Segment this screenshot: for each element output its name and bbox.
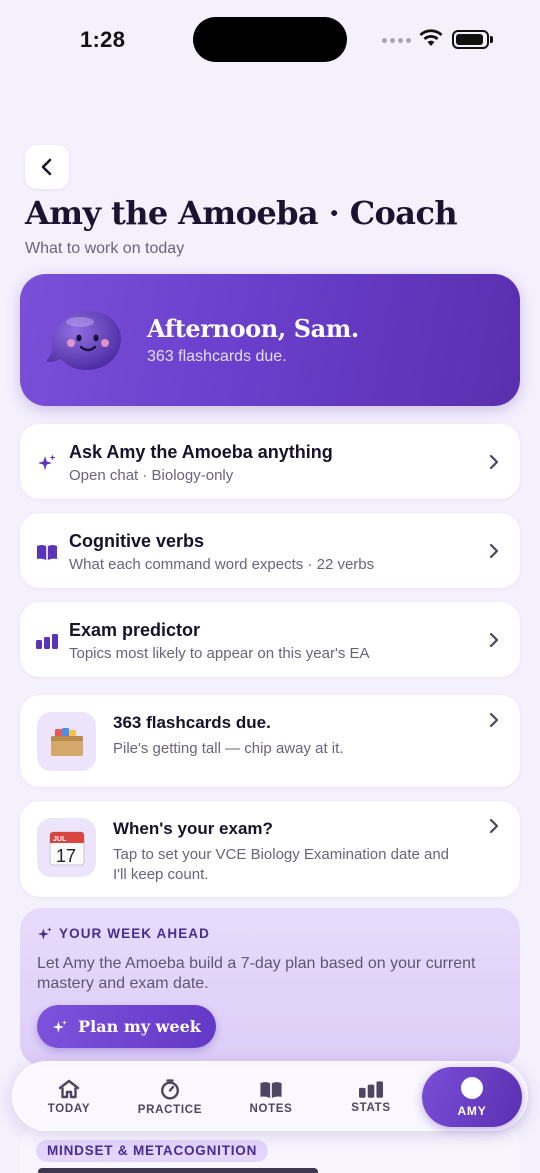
tab-practice[interactable]: PRACTICE bbox=[135, 1062, 205, 1132]
card-description: Open chat · Biology-only bbox=[69, 467, 234, 484]
book-icon bbox=[260, 1081, 282, 1098]
book-icon bbox=[36, 541, 58, 563]
week-ahead-card: YOUR WEEK AHEAD Let Amy the Amoeba build… bbox=[20, 908, 520, 1066]
exam-predictor-card[interactable]: Exam predictor Topics most likely to app… bbox=[20, 602, 520, 677]
tab-stats[interactable]: STATS bbox=[342, 1062, 400, 1132]
bar-chart-icon bbox=[359, 1081, 383, 1098]
dynamic-island bbox=[193, 17, 347, 62]
tab-label: TODAY bbox=[47, 1103, 91, 1115]
wifi-icon bbox=[419, 29, 443, 46]
battery-icon bbox=[452, 30, 493, 49]
back-button[interactable] bbox=[25, 145, 69, 189]
status-bar: 1:28 bbox=[0, 0, 540, 80]
calendar-icon: JUL 17 bbox=[37, 818, 96, 877]
tab-label: AMY bbox=[457, 1103, 487, 1118]
tab-label: STATS bbox=[351, 1102, 391, 1114]
sparkle-icon bbox=[52, 1019, 67, 1033]
chevron-right-icon bbox=[489, 543, 499, 559]
card-box-icon bbox=[37, 712, 96, 771]
amy-avatar-icon bbox=[461, 1076, 483, 1099]
hero-greeting: Afternoon, Sam. bbox=[147, 314, 359, 343]
page-subtitle: What to work on today bbox=[25, 240, 185, 257]
home-icon bbox=[58, 1079, 80, 1099]
calendar-month: JUL bbox=[53, 836, 67, 843]
card-description: Pile's getting tall — chip away at it. bbox=[113, 740, 344, 757]
mindset-label: MINDSET & METACOGNITION bbox=[36, 1140, 269, 1162]
sparkle-icon bbox=[36, 452, 58, 474]
chevron-right-icon bbox=[489, 454, 499, 470]
card-description: Tap to set your VCE Biology Examination … bbox=[113, 846, 450, 883]
cognitive-verbs-card[interactable]: Cognitive verbs What each command word e… bbox=[20, 513, 520, 588]
chevron-left-icon bbox=[41, 158, 52, 176]
chevron-right-icon bbox=[489, 818, 499, 834]
exam-date-card[interactable]: JUL 17 When's your exam? Tap to set your… bbox=[20, 801, 520, 897]
tab-amy[interactable]: AMY bbox=[422, 1067, 522, 1127]
hero-due-text: 363 flashcards due. bbox=[147, 348, 287, 365]
tab-label: PRACTICE bbox=[137, 1103, 203, 1116]
card-title: Exam predictor bbox=[69, 620, 201, 640]
chevron-right-icon bbox=[489, 632, 499, 648]
timer-icon bbox=[160, 1078, 180, 1100]
card-title: Cognitive verbs bbox=[69, 531, 205, 551]
bar-chart-icon bbox=[36, 630, 58, 652]
amy-amoeba-avatar-icon bbox=[46, 311, 122, 370]
card-title: 363 flashcards due. bbox=[113, 713, 271, 732]
card-description: What each command word expects · 22 verb… bbox=[69, 556, 375, 573]
card-description: Topics most likely to appear on this yea… bbox=[69, 645, 370, 662]
week-ahead-description: Let Amy the Amoeba build a 7-day plan ba… bbox=[37, 955, 476, 992]
plan-my-week-button[interactable]: Plan my week bbox=[37, 1005, 216, 1048]
sparkle-icon bbox=[37, 927, 52, 940]
tab-notes[interactable]: NOTES bbox=[241, 1062, 301, 1132]
card-title: Ask Amy the Amoeba anything bbox=[69, 442, 333, 462]
card-title: When's your exam? bbox=[113, 819, 273, 838]
cellular-signal-icon bbox=[382, 38, 411, 43]
chevron-right-icon bbox=[489, 712, 499, 728]
page-title: Amy the Amoeba · Coach bbox=[25, 194, 458, 232]
ask-amy-card[interactable]: Ask Amy the Amoeba anything Open chat · … bbox=[20, 424, 520, 499]
week-ahead-label: YOUR WEEK AHEAD bbox=[59, 926, 211, 941]
mindset-title-clipped bbox=[38, 1168, 318, 1173]
plan-my-week-label: Plan my week bbox=[78, 1017, 201, 1036]
tab-bar: TODAY PRACTICE NOTES STATS AMY bbox=[12, 1061, 528, 1131]
tab-today[interactable]: TODAY bbox=[38, 1062, 100, 1132]
flashcards-due-card[interactable]: 363 flashcards due. Pile's getting tall … bbox=[20, 695, 520, 787]
tab-label: NOTES bbox=[249, 1102, 293, 1115]
calendar-day: 17 bbox=[56, 846, 76, 866]
greeting-hero-card: Afternoon, Sam. 363 flashcards due. bbox=[20, 274, 520, 406]
status-time: 1:28 bbox=[80, 27, 126, 52]
